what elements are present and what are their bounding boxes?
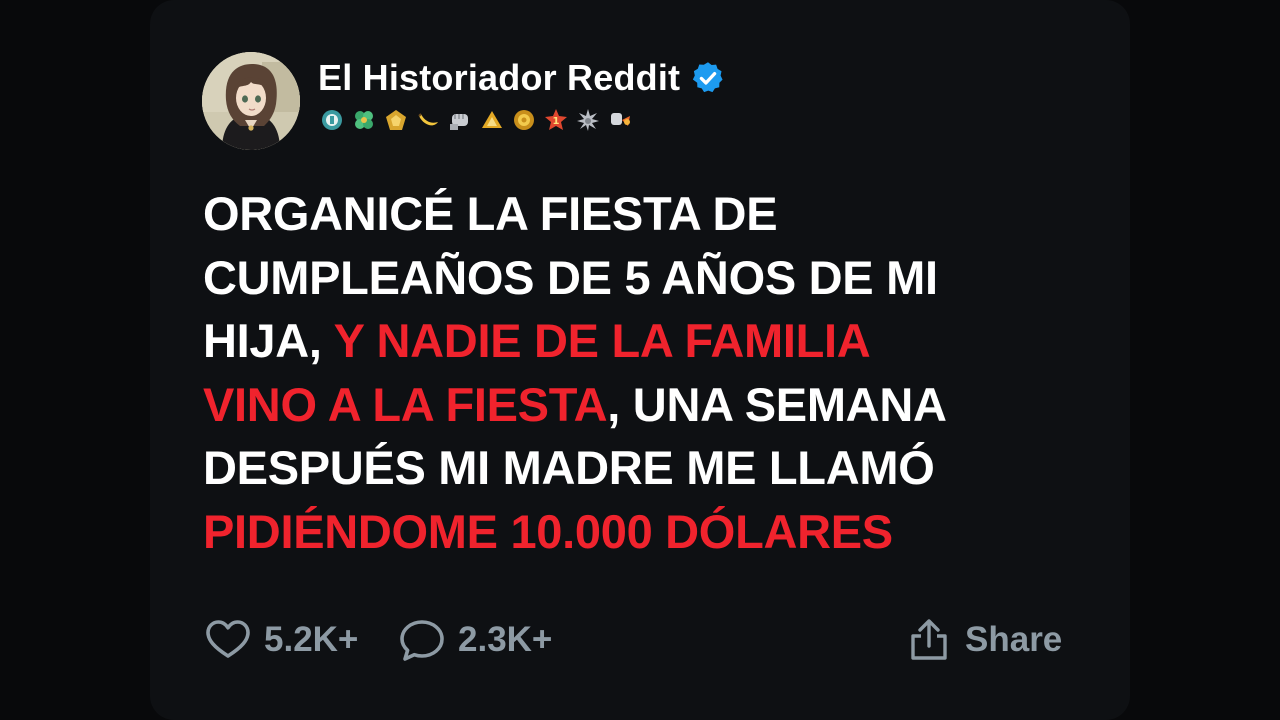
highlighted-text: VINO A LA FIESTA	[203, 377, 608, 431]
text-segment: ORGANICÉ LA FIESTA DE	[203, 187, 778, 240]
like-count: 5.2K+	[264, 620, 359, 659]
silver-fist-badge-icon	[448, 108, 472, 132]
gold-triangle-badge-icon	[480, 108, 504, 132]
author-row: El Historiador Reddit	[318, 56, 726, 100]
rocket-hand-badge-icon	[608, 108, 632, 132]
post-text: ORGANICÉ LA FIESTA DE CUMPLEAÑOS DE 5 AÑO…	[203, 182, 1083, 563]
comment-button[interactable]: 2.3K+	[398, 612, 552, 668]
badge-row: 1	[320, 108, 632, 132]
banana-badge-icon	[416, 108, 440, 132]
avatar[interactable]	[202, 52, 300, 150]
highlighted-text: Y NADIE DE LA FAMILIA	[333, 314, 871, 367]
post-text-line: HIJA, Y NADIE DE LA FAMILIA	[203, 309, 1083, 373]
anime-girl-avatar	[202, 52, 300, 150]
gold-sun-badge-icon	[512, 108, 536, 132]
text-segment: HIJA,	[203, 314, 334, 367]
text-segment: , UNA SEMANA	[607, 377, 947, 431]
number-one-badge-icon: 1	[544, 108, 568, 132]
highlighted-text: PIDIÉNDOME 10.000 DÓLARES	[203, 504, 893, 558]
like-button[interactable]: 5.2K+	[204, 612, 358, 668]
gold-pentagon-badge-icon	[384, 108, 408, 132]
post-text-line: PIDIÉNDOME 10.000 DÓLARES	[203, 500, 1083, 564]
teal-round-badge-icon	[320, 108, 344, 132]
comment-count: 2.3K+	[458, 620, 553, 659]
verified-badge-icon	[693, 62, 723, 93]
silver-spiky-badge-icon	[576, 108, 600, 132]
author-name[interactable]: El Historiador Reddit	[318, 57, 680, 99]
comment-bubble-icon	[400, 620, 444, 661]
post-text-line: CUMPLEAÑOS DE 5 AÑOS DE MI	[203, 246, 1083, 310]
text-segment: CUMPLEAÑOS DE 5 AÑOS DE MI	[203, 250, 938, 304]
text-segment: DESPUÉS MI MADRE ME LLAMÓ	[203, 441, 935, 494]
share-label: Share	[965, 620, 1063, 659]
share-button[interactable]: Share	[905, 612, 1062, 668]
post-text-line: ORGANICÉ LA FIESTA DE	[203, 182, 1083, 246]
post-text-line: DESPUÉS MI MADRE ME LLAMÓ	[203, 436, 1083, 500]
green-clover-badge-icon	[352, 108, 376, 132]
share-upload-icon	[911, 619, 947, 660]
heart-icon	[206, 620, 250, 658]
post-text-line: VINO A LA FIESTA, UNA SEMANA	[203, 373, 1083, 437]
svg-text:1: 1	[553, 116, 560, 127]
